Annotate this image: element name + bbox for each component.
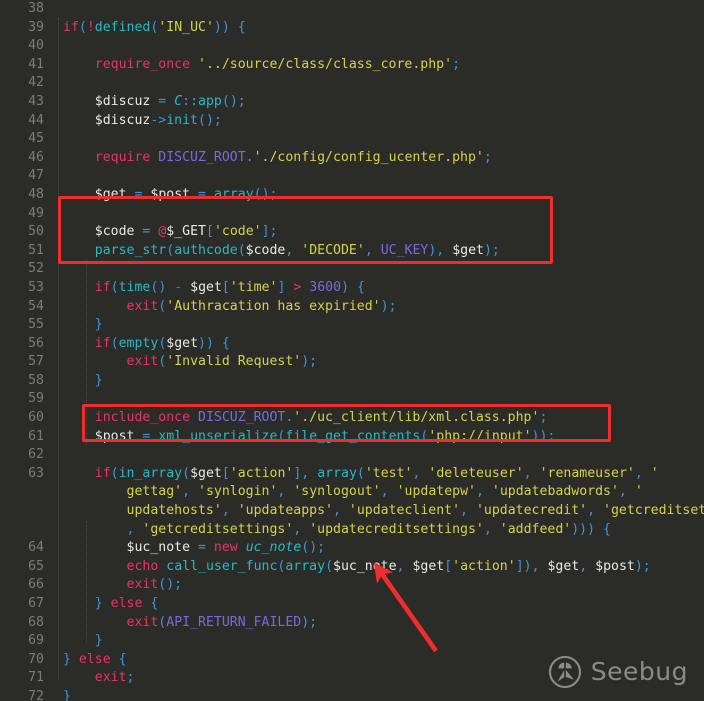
code-line: 58 } [0,372,704,391]
line-content[interactable]: exit('Authracation has expiried'); [53,298,704,317]
line-number: 56 [28,335,44,351]
line-number: 47 [28,168,44,184]
line-number: 63 [28,465,44,481]
code-line: 40 [0,37,704,56]
line-number: 50 [28,224,44,240]
line-content[interactable]: } [53,316,704,335]
code-line: 66 exit(); [0,576,704,595]
line-number: 55 [28,317,44,333]
code-editor[interactable]: 38 39 if(!defined('IN_UC')) { 40 41 requi… [0,0,704,701]
line-number: 58 [28,372,44,388]
code-line: 62 [0,446,704,465]
code-line: 43 $discuz = C::app(); [0,93,704,112]
code-line: 46 require DISCUZ_ROOT.'./config/config_… [0,149,704,168]
line-number: 39 [28,19,44,35]
line-number: 41 [28,56,44,72]
code-line: 52 [0,260,704,279]
code-line: 65 echo call_user_func(array($uc_note, $… [0,558,704,577]
code-line: 68 exit(API_RETURN_FAILED); [0,614,704,633]
code-line: 54 exit('Authracation has expiried'); [0,298,704,317]
line-number: 66 [28,577,44,593]
line-content[interactable]: if(in_array($get['action'], array('test'… [53,465,704,539]
code-line: 38 [0,0,704,19]
line-content[interactable]: echo call_user_func(array($uc_note, $get… [53,558,704,577]
line-content[interactable]: exit('Invalid Request'); [53,353,704,372]
line-content[interactable]: } else { [53,651,704,670]
code-line: 63 if(in_array($get['action'], array('te… [0,465,704,539]
line-number: 57 [28,354,44,370]
code-line: 59 [0,390,704,409]
code-line: 60 include_once DISCUZ_ROOT.'./uc_client… [0,409,704,428]
code-line: 61 $post = xml_unserialize(file_get_cont… [0,428,704,447]
code-line: 39 if(!defined('IN_UC')) { [0,19,704,38]
line-number: 48 [28,186,44,202]
code-line: 51 parse_str(authcode($code, 'DECODE', U… [0,242,704,261]
line-number: 62 [28,447,44,463]
line-number: 64 [28,540,44,556]
line-number: 70 [28,651,44,667]
line-content[interactable]: require_once '../source/class/class_core… [53,56,704,75]
line-content[interactable]: } [53,372,704,391]
line-number: 69 [28,633,44,649]
line-number: 44 [28,112,44,128]
line-number: 68 [28,614,44,630]
line-number: 61 [28,428,44,444]
line-number: 65 [28,558,44,574]
line-number: 71 [28,670,44,686]
code-line: 72} [0,688,704,701]
line-number: 54 [28,298,44,314]
line-number: 38 [28,1,44,16]
line-content[interactable]: if(time() - $get['time'] > 3600) { [53,279,704,298]
code-line: 48 $get = $post = array(); [0,186,704,205]
code-line: 44 $discuz->init(); [0,112,704,131]
code-line: 47 [0,167,704,186]
code-line: 64 $uc_note = new uc_note(); [0,539,704,558]
line-number: 45 [28,131,44,147]
line-content[interactable]: if(empty($get)) { [53,335,704,354]
line-number: 40 [28,38,44,54]
line-content[interactable]: $get = $post = array(); [53,186,704,205]
line-number: 42 [28,75,44,91]
code-line: 41 require_once '../source/class/class_c… [0,56,704,75]
line-content[interactable]: $code = @$_GET['code']; [53,223,704,242]
line-number: 59 [28,391,44,407]
line-content[interactable]: if(!defined('IN_UC')) { [53,19,704,38]
line-content[interactable]: parse_str(authcode($code, 'DECODE', UC_K… [53,242,704,261]
code-line: 57 exit('Invalid Request'); [0,353,704,372]
code-line: 53 if(time() - $get['time'] > 3600) { [0,279,704,298]
line-content[interactable]: exit(); [53,576,704,595]
line-number: 51 [28,242,44,258]
code-line: 49 [0,205,704,224]
line-content[interactable]: include_once DISCUZ_ROOT.'./uc_client/li… [53,409,704,428]
code-line: 55 } [0,316,704,335]
code-line: 50 $code = @$_GET['code']; [0,223,704,242]
line-number: 67 [28,596,44,611]
line-content[interactable]: exit(API_RETURN_FAILED); [53,614,704,633]
line-content[interactable]: require DISCUZ_ROOT.'./config/config_uce… [53,149,704,168]
line-content[interactable]: exit; [53,669,704,688]
code-line: 56 if(empty($get)) { [0,335,704,354]
line-number: 49 [28,205,44,221]
line-content[interactable]: $uc_note = new uc_note(); [53,539,704,558]
code-line: 70 } else { [0,651,704,670]
line-number: 52 [28,261,44,277]
code-line: 69 } [0,632,704,651]
line-number: 60 [28,410,44,426]
line-number: 53 [28,279,44,295]
line-content[interactable]: $discuz->init(); [53,112,704,131]
code-line: 67 } else { [0,595,704,614]
line-content[interactable]: } [53,688,704,701]
line-number: 43 [28,93,44,109]
line-content[interactable]: $discuz = C::app(); [53,93,704,112]
code-line: 45 [0,130,704,149]
line-content[interactable]: } else { [53,595,704,614]
line-content[interactable]: $post = xml_unserialize(file_get_content… [53,428,704,447]
code-line: 71 exit; [0,669,704,688]
line-number: 72 [28,688,44,701]
line-content[interactable]: } [53,632,704,651]
line-number: 46 [28,149,44,165]
code-line: 42 [0,74,704,93]
code-screenshot: 38 39 if(!defined('IN_UC')) { 40 41 requi… [0,0,704,701]
